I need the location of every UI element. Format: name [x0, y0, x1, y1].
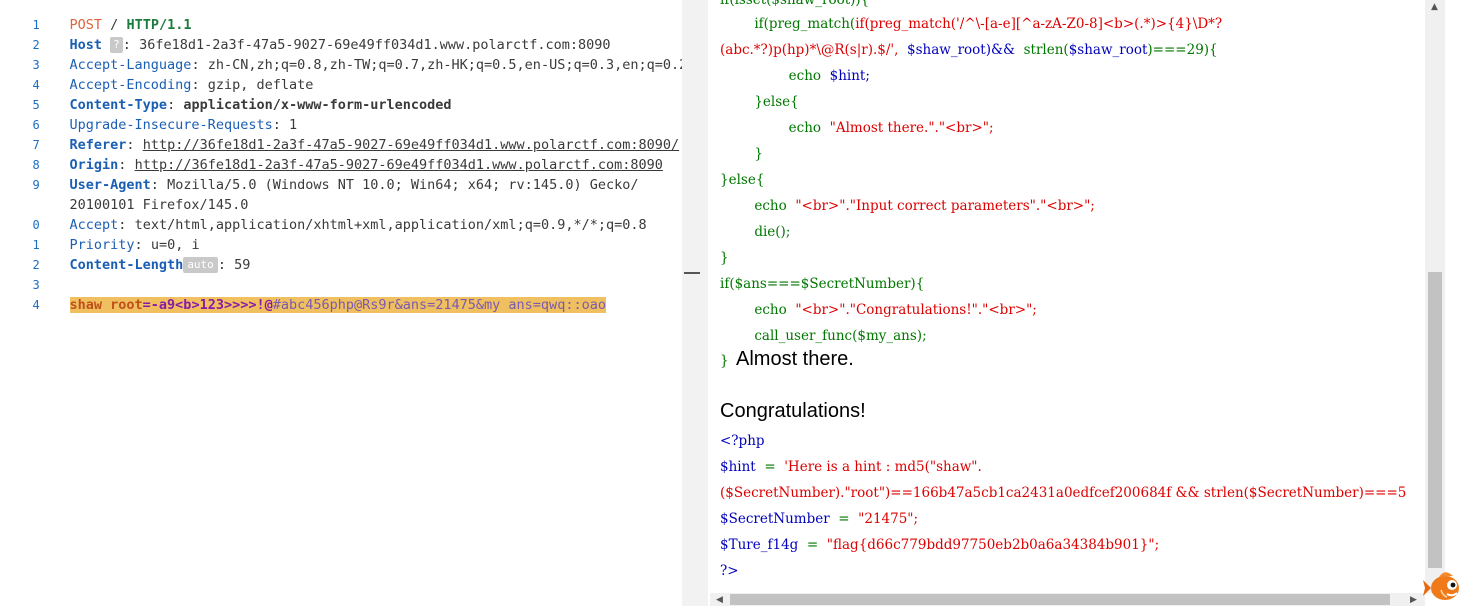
- vertical-scrollbar[interactable]: [1425, 0, 1445, 593]
- divider-handle[interactable]: [684, 272, 700, 274]
- origin-header: 8 Origin: http://36fe18d1-2a3f-47a5-9027-…: [32, 157, 663, 173]
- code-text: if(isset($shaw_root)){: [720, 0, 870, 8]
- code-var: $hint: [720, 459, 756, 475]
- code-line: }: [720, 348, 729, 374]
- code-keyword: echo: [754, 198, 787, 214]
- header-name: Content-Length: [69, 257, 184, 273]
- accept-header: 0 Accept: text/html,application/xhtml+xml…: [32, 217, 647, 233]
- scroll-right-arrow-icon[interactable]: ▶: [1410, 595, 1417, 605]
- code-line: }else{: [720, 167, 764, 193]
- content-length-header: 2 Content-Length auto: 59: [32, 257, 251, 273]
- fish-mascot-icon: [1423, 572, 1459, 600]
- auto-badge[interactable]: auto: [183, 257, 218, 273]
- code-string: (abc.*?)p(hp)*\@R(s|r).$/',: [720, 42, 899, 58]
- code-line: echo "Almost there."."<br>";: [720, 115, 994, 141]
- code-keyword: echo: [788, 120, 822, 136]
- vertical-scroll-thumb[interactable]: [1428, 272, 1442, 568]
- blank-line: 3: [0, 255, 70, 292]
- code-line: if($ans===$SecretNumber){: [720, 271, 924, 297]
- code-string: "<br>"."Input correct parameters"."<br>"…: [795, 198, 1095, 214]
- code-line: echo $hint;: [720, 63, 870, 89]
- code-string: "21475";: [858, 511, 919, 527]
- code-text: }: [720, 353, 729, 369]
- scroll-left-arrow-icon[interactable]: ◀: [716, 595, 723, 605]
- upgrade-insecure-header: 6 Upgrade-Insecure-Requests: 1: [32, 117, 298, 133]
- code-line: call_user_func($my_ans);: [720, 323, 927, 349]
- code-line: ($SecretNumber)."root")==166b47a5cb1ca24…: [720, 480, 1406, 506]
- code-text: <?php: [720, 433, 765, 449]
- code-line: $SecretNumber = "21475";: [720, 511, 919, 527]
- code-line: }: [720, 141, 763, 167]
- code-line: if(preg_match(if(preg_match('/^\-[a-e][^…: [720, 11, 1222, 37]
- horizontal-scroll-thumb[interactable]: [730, 594, 1390, 605]
- response-render: if(isset($shaw_root)){ if(preg_match(if(…: [708, 0, 1461, 606]
- code-var: $shaw_root: [1068, 42, 1148, 58]
- code-text: call_user_func($my_ans);: [754, 328, 927, 344]
- almost-there-text: Almost there.: [736, 348, 854, 370]
- code-text: strlen(: [1023, 42, 1069, 58]
- code-string: "<br>"."Congratulations!"."<br>";: [795, 302, 1037, 318]
- code-var: $shaw_root)&&: [907, 42, 1016, 58]
- code-text: }: [754, 146, 763, 162]
- scroll-up-arrow-icon[interactable]: ▲: [1431, 2, 1438, 12]
- priority-header: 1 Priority: u=0, i: [32, 237, 200, 253]
- code-line: }: [720, 245, 729, 271]
- code-string: ($SecretNumber)."root")==166b47a5cb1ca24…: [720, 485, 1407, 501]
- code-text: }else{: [754, 94, 799, 110]
- code-text: die();: [754, 224, 791, 240]
- request-line: 1 POST / HTTP/1.1: [0, 0, 192, 33]
- code-line: echo "<br>"."Input correct parameters"."…: [720, 193, 1095, 219]
- code-string: if(preg_match('/^\-[a-e][^a-zA-Z0-8]<b>(…: [855, 16, 1223, 32]
- code-line: echo "<br>"."Congratulations!"."<br>";: [720, 297, 1037, 323]
- code-line: }else{: [720, 89, 799, 115]
- line-number: 4: [32, 298, 40, 312]
- code-string: "flag{d66c779bdd97750eb2b0a6a34384b901}"…: [826, 537, 1160, 553]
- content-type-header: 5 Content-Type: application/x-www-form-ur…: [32, 97, 452, 113]
- code-text: }: [720, 250, 729, 266]
- header-value: text/html,application/xhtml+xml,applicat…: [134, 217, 647, 233]
- accept-language-header: 3 Accept-Language: zh-CN,zh;q=0.8,zh-TW;q…: [0, 35, 682, 73]
- code-line: (abc.*?)p(hp)*\@R(s|r).$/', $shaw_root)&…: [720, 37, 1218, 63]
- code-line: $Ture_f14g = "flag{d66c779bdd97750eb2b0a…: [720, 537, 1160, 553]
- request-body[interactable]: 4 shaw root=-a9<b>123>>>>!@#abc456php@Rs9…: [0, 275, 606, 313]
- horizontal-scrollbar[interactable]: [710, 593, 1425, 606]
- code-var: $SecretNumber: [720, 511, 830, 527]
- code-line: die();: [720, 219, 790, 245]
- user-agent-header: 9 User-Agent: Mozilla/5.0 (Windows NT 10.…: [32, 177, 639, 193]
- request-editor[interactable]: 1 POST / HTTP/1.1 2 Host ?: 36fe18d1-2a3f-…: [0, 0, 682, 606]
- code-text: )===29){: [1147, 42, 1218, 58]
- code-text: if(preg_match(: [754, 16, 856, 32]
- host-header: 2 Host ?: 36fe18d1-2a3f-47a5-9027-69e49ff…: [32, 37, 611, 53]
- code-string: "Almost there."."<br>";: [829, 120, 994, 136]
- code-text: ?>: [720, 563, 739, 579]
- code-text: }else{: [720, 172, 765, 188]
- accept-encoding-header: 4 Accept-Encoding: gzip, deflate: [32, 77, 314, 93]
- body-param-value: =-a9<b>123>>>>!@: [142, 297, 273, 313]
- code-text: if($ans===$SecretNumber){: [720, 276, 925, 292]
- congratulations-text: Congratulations!: [720, 400, 866, 422]
- body-rest: #abc456php@Rs9r&ans=21475&my ans=qwq::oa…: [272, 297, 606, 313]
- code-keyword: echo: [754, 302, 787, 318]
- code-line: ?>: [720, 558, 739, 584]
- code-string: 'Here is a hint : md5("shaw".: [784, 459, 982, 475]
- referer-header: 7 Referer: http://36fe18d1-2a3f-47a5-9027…: [32, 137, 680, 153]
- code-line: <?php: [720, 428, 765, 454]
- user-agent-continuation: 20100101 Firefox/145.0: [0, 175, 249, 213]
- code-line: $hint = 'Here is a hint : md5("shaw".: [720, 459, 982, 475]
- code-keyword: echo: [788, 68, 822, 84]
- pane-divider[interactable]: [682, 0, 708, 606]
- code-var: $hint;: [829, 68, 870, 84]
- code-var: $Ture_f14g: [720, 537, 799, 553]
- body-param-name: shaw root: [69, 297, 143, 313]
- header-value: 59: [234, 257, 251, 273]
- body-highlight: shaw root=-a9<b>123>>>>!@#abc456php@Rs9r…: [69, 297, 606, 313]
